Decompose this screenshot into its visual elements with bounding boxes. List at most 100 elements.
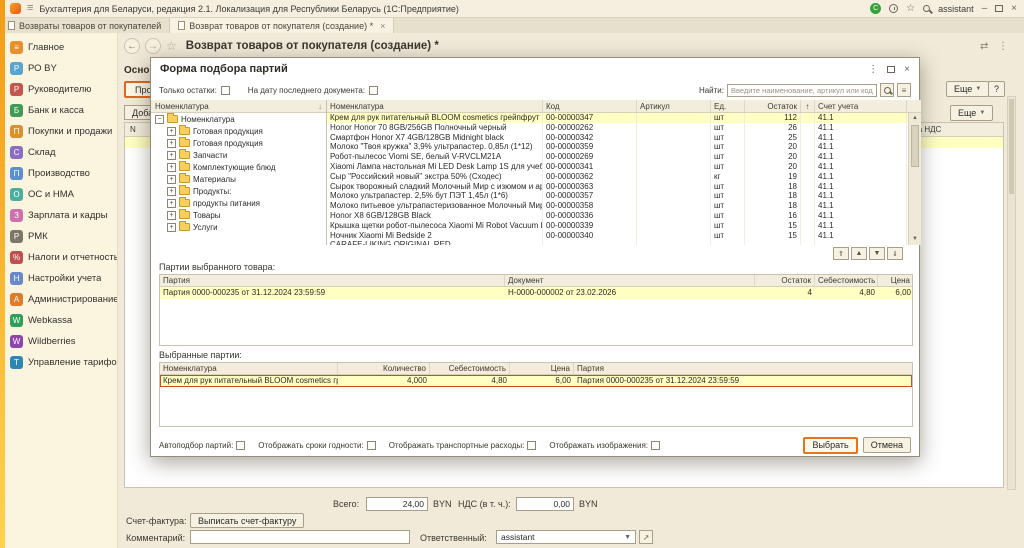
move-up-button[interactable]: ▲ (851, 247, 867, 260)
global-search-icon[interactable] (923, 5, 930, 12)
table-row[interactable]: Партия 0000-000235 от 31.12.2024 23:59:5… (160, 287, 912, 299)
scrollbar-thumb[interactable] (1009, 99, 1014, 194)
cancel-button[interactable]: Отмена (863, 437, 911, 453)
expand-expander-icon[interactable]: + (167, 139, 176, 148)
option-checkbox[interactable] (236, 441, 245, 450)
sidebar-item[interactable]: ТУправление тарифом (0, 352, 117, 373)
expand-expander-icon[interactable]: + (167, 175, 176, 184)
tree-node[interactable]: +Материалы (151, 173, 326, 185)
items-table-row[interactable]: Молоко ультрапастер. 2,5% бут ПЭТ 1,45л … (327, 191, 921, 201)
table-row[interactable]: Крем для рук питательный BLOOM cosmetics… (160, 375, 912, 387)
favorite-star-icon[interactable]: ☆ (166, 39, 177, 53)
option-checkbox[interactable] (527, 441, 536, 450)
move-first-button[interactable]: ⇑ (833, 247, 849, 260)
tree-node[interactable]: +Готовая продукция (151, 125, 326, 137)
sidebar-item[interactable]: РРМК (0, 226, 117, 247)
expand-expander-icon[interactable]: + (167, 151, 176, 160)
dialog-more-icon[interactable]: ⋮ (868, 64, 878, 75)
minimize-icon[interactable]: – (982, 3, 988, 14)
items-scrollbar[interactable]: ▲ ▼ (908, 113, 921, 245)
sidebar-item[interactable]: РРуководителю (0, 79, 117, 100)
option-checkbox[interactable] (651, 441, 660, 450)
expand-expander-icon[interactable]: + (167, 163, 176, 172)
vertical-scrollbar[interactable] (1007, 96, 1016, 490)
option-checkbox[interactable] (367, 441, 376, 450)
scroll-down-icon[interactable]: ▼ (909, 234, 921, 245)
dialog-maximize-icon[interactable] (887, 66, 895, 73)
close-icon[interactable]: × (1011, 3, 1017, 14)
tree-node[interactable]: +Услуги (151, 221, 326, 233)
issue-invoice-button[interactable]: Выписать счет-фактуру (190, 513, 304, 528)
search-input[interactable] (727, 84, 877, 97)
move-down-button[interactable]: ▼ (869, 247, 885, 260)
tab-returns-list[interactable]: Возвраты товаров от покупателей (0, 18, 170, 33)
sidebar-item[interactable]: WWildberries (0, 331, 117, 352)
items-table-row[interactable]: Ночник Xiaomi Mi Bedside 200-00000340шт1… (327, 231, 921, 241)
chevron-down-icon[interactable]: ▼ (624, 534, 631, 541)
expand-expander-icon[interactable]: + (167, 187, 176, 196)
expand-expander-icon[interactable]: + (167, 127, 176, 136)
tree-node[interactable]: +Товары (151, 209, 326, 221)
sidebar-item[interactable]: ЗЗарплата и кадры (0, 205, 117, 226)
select-button[interactable]: Выбрать (803, 437, 857, 454)
items-table-row[interactable]: CARAFE-LIKING ORIGINAL RED (327, 240, 921, 245)
tree-node[interactable]: −Номенклатура (151, 113, 326, 125)
items-table-row[interactable]: Xiaomi Лампа настольная Mi LED Desk Lamp… (327, 162, 921, 172)
forward-button[interactable]: → (145, 38, 161, 54)
move-last-button[interactable]: ⇓ (887, 247, 903, 260)
last-doc-date-checkbox[interactable] (369, 86, 378, 95)
total-input[interactable] (366, 497, 428, 511)
expand-expander-icon[interactable]: + (167, 211, 176, 220)
sidebar-item[interactable]: ААдминистрирование (0, 289, 117, 310)
back-button[interactable]: ← (124, 38, 140, 54)
tree-node[interactable]: +Комплектующие блюд (151, 161, 326, 173)
expand-expander-icon[interactable]: + (167, 223, 176, 232)
current-user[interactable]: assistant (938, 4, 974, 14)
tree-node[interactable]: +Готовая продукция (151, 137, 326, 149)
sidebar-item[interactable]: ССклад (0, 142, 117, 163)
help-button[interactable]: ? (988, 81, 1005, 97)
dialog-close-icon[interactable]: × (904, 64, 910, 75)
sidebar-item[interactable]: ППокупки и продажи (0, 121, 117, 142)
sidebar-item[interactable]: ННастройки учета (0, 268, 117, 289)
items-table-row[interactable]: Крем для рук питательный BLOOM cosmetics… (327, 113, 921, 123)
sidebar-item[interactable]: ББанк и касса (0, 100, 117, 121)
tree-node[interactable]: +Продукты: (151, 185, 326, 197)
items-table-row[interactable]: Сыр "Российский новый" экстра 50% (Сходе… (327, 172, 921, 182)
items-table-row[interactable]: Смартфон Honor X7 4GB/128GB Midnight bla… (327, 133, 921, 143)
main-menu-icon[interactable]: ≡ (27, 3, 33, 14)
items-table-row[interactable]: Крышка щетки робот-пылесоса Xiaomi Mi Ro… (327, 221, 921, 231)
items-table-row[interactable]: Робот-пылесос Viomi SE, белый V-RVCLM21A… (327, 152, 921, 162)
tree-header[interactable]: Номенклатура ↓ (151, 100, 326, 113)
items-table-row[interactable]: Honor X8 6GB/128GB Black00-00000336шт164… (327, 211, 921, 221)
items-table-row[interactable]: Молоко питьевое ультрапастеризованное Мо… (327, 201, 921, 211)
expand-expander-icon[interactable]: + (167, 199, 176, 208)
sidebar-item[interactable]: ООС и НМА (0, 184, 117, 205)
dialog-header[interactable]: Форма подбора партий ⋮ × (151, 58, 919, 80)
items-table-row[interactable]: Сырок творожный сладкий Молочный Мир с и… (327, 182, 921, 192)
table-header[interactable]: НоменклатураКоличествоСебестоимостьЦенаП… (160, 363, 912, 375)
table-more-button[interactable]: Еще ▼ (950, 105, 993, 121)
tree-node[interactable]: +продукты питания (151, 197, 326, 209)
support-status-icon[interactable]: C (870, 3, 881, 14)
items-table-row[interactable]: Honor Honor 70 8GB/256GB Полночный черны… (327, 123, 921, 133)
tree-node[interactable]: +Запчасти (151, 149, 326, 161)
items-table-row[interactable]: Молоко "Твоя кружка" 3,9% ультрапастер. … (327, 142, 921, 152)
items-scrollbar-thumb[interactable] (911, 125, 919, 167)
form-menu-icon[interactable]: ⋮ (998, 41, 1008, 52)
form-more-button[interactable]: Еще ▼ (946, 81, 989, 97)
only-remainders-checkbox[interactable] (221, 86, 230, 95)
sidebar-item[interactable]: ≡Главное (0, 37, 117, 58)
comment-input[interactable] (190, 530, 410, 544)
tab-close-icon[interactable]: × (380, 21, 385, 31)
sidebar-item[interactable]: %Налоги и отчетность (0, 247, 117, 268)
collapse-expander-icon[interactable]: − (155, 115, 164, 124)
tab-return-document[interactable]: Возврат товаров от покупателя (создание)… (170, 18, 394, 33)
get-link-icon[interactable]: ⇄ (980, 41, 988, 52)
vat-input[interactable] (516, 497, 574, 511)
sidebar-item[interactable]: РРО BY (0, 58, 117, 79)
sidebar-item[interactable]: ППроизводство (0, 163, 117, 184)
maximize-icon[interactable] (995, 5, 1003, 12)
favorites-star-icon[interactable]: ☆ (906, 3, 915, 14)
items-table-header[interactable]: НоменклатураКодАртикулЕд.Остаток↑Счет уч… (327, 100, 921, 113)
